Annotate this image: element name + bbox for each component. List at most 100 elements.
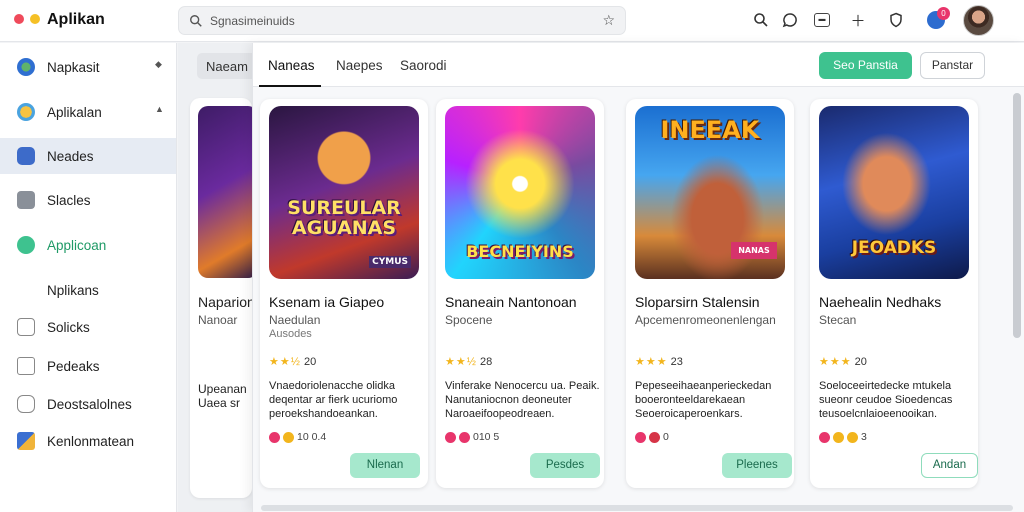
install-button[interactable]: Pleenes	[722, 453, 792, 478]
sidebar-item-neades[interactable]: Neades	[0, 138, 176, 174]
game-description: Soeloceeirtedecke mtukela sueonr ceudoe …	[819, 380, 953, 420]
install-button[interactable]: Pesdes	[530, 453, 600, 478]
sidebar-item-slacles[interactable]: Slacles	[0, 182, 176, 218]
chevron-up-icon[interactable]: ▲	[155, 104, 164, 114]
search-bar[interactable]: Sgnasimeinuids ☆	[178, 6, 626, 35]
folder-icon	[17, 357, 35, 375]
sidebar-item-applicoan[interactable]: Applicoan	[0, 227, 176, 263]
puzzle-icon	[17, 191, 35, 209]
game-art-title: SUREULAR AGUANAS	[287, 197, 401, 239]
vertical-scrollbar[interactable]	[1013, 93, 1021, 338]
game-description: Vnaedoriolenacche olidka deqentar ar fie…	[269, 380, 398, 420]
game-art-title: BECNEIYINS	[466, 242, 574, 261]
game-rating: ★★½ 28	[445, 355, 492, 368]
sidebar-item-nplikans[interactable]: Nplikans	[0, 272, 176, 308]
open-button[interactable]: Andan	[921, 453, 978, 478]
game-card[interactable]: JEOADKS Naehealin Nedhaks Stecan ★★★ 20 …	[810, 99, 978, 488]
game-meta: 0	[635, 431, 669, 443]
notification-icon[interactable]: 0	[927, 7, 950, 29]
sidebar-item-label: Kenlonmatean	[47, 434, 135, 449]
game-card[interactable]: BECNEIYINS Snaneain Nantonoan Spocene ★★…	[436, 99, 604, 488]
top-bar: Aplikan Sgnasimeinuids ☆ ▬ ＋ 0	[0, 0, 1024, 42]
game-subtitle: Apcemenromeonenlengan	[635, 313, 776, 327]
lock-icon	[17, 395, 35, 413]
game-meta: 010 5	[445, 431, 499, 443]
coin-icon	[847, 431, 858, 443]
close-window-dot[interactable]	[14, 14, 24, 24]
sidebar-item-pedeaks[interactable]: Pedeaks	[0, 348, 176, 384]
avatar[interactable]	[963, 5, 994, 36]
game-subtitle: Naedulan	[269, 313, 321, 327]
globe-icon	[17, 58, 35, 76]
tab-naneas[interactable]: Naneas	[268, 58, 315, 73]
sidebar-item-label: Aplikalan	[47, 105, 102, 120]
sidebar: Napkasit ◆ Aplikalan ▲ Neades Slacles Ap…	[0, 43, 177, 512]
sidebar-item-label: Pedeaks	[47, 359, 100, 374]
sidebar-item-label: Applicoan	[47, 238, 107, 253]
game-description: Pepeseeihaeanperieckedan booeronteeldare…	[635, 380, 772, 420]
horizontal-scrollbar[interactable]	[261, 505, 1013, 511]
sidebar-item-aplikalan[interactable]: Aplikalan ▲	[0, 94, 176, 130]
game-art-badge: NANAS	[731, 242, 777, 259]
game-art-badge: CYMUS	[369, 256, 411, 268]
tab-saorodi[interactable]: Saorodi	[400, 58, 447, 73]
sidebar-item-napkasit[interactable]: Napkasit ◆	[0, 49, 176, 85]
game-title: Naehealin Nedhaks	[819, 294, 942, 310]
search-icon[interactable]	[751, 10, 771, 30]
gift-icon	[649, 431, 660, 443]
star-icon[interactable]: ☆	[602, 12, 615, 29]
background-filter-pill[interactable]: Naeam	[197, 53, 257, 79]
game-card-image: BECNEIYINS	[445, 106, 595, 279]
game-title: Sloparsirn Stalensin	[635, 294, 760, 310]
game-category: Ausodes	[269, 328, 312, 340]
background-card-desc: Upeanan	[198, 382, 247, 396]
apps-panel: Naneas Naepes Saorodi Seo Panstia Pansta…	[252, 43, 1024, 512]
game-rating: ★★½ 20	[269, 355, 316, 368]
gear-icon	[17, 147, 35, 165]
game-card[interactable]: INEEAK NANAS Sloparsirn Stalensin Apceme…	[626, 99, 794, 488]
smile-icon	[17, 103, 35, 121]
chat-icon[interactable]	[780, 10, 800, 30]
meta-value: 010 5	[473, 431, 500, 443]
chevron-icon[interactable]: ◆	[155, 59, 162, 70]
meta-value: 0	[663, 431, 669, 443]
tab-naepes[interactable]: Naepes	[336, 58, 383, 73]
game-meta: 3	[819, 431, 867, 443]
rating-value: 20	[303, 356, 317, 368]
secondary-button[interactable]: Panstar	[920, 52, 985, 79]
game-meta: 10 0.4	[269, 431, 326, 443]
active-tab-indicator	[259, 85, 321, 87]
sidebar-item-deostsalolnes[interactable]: Deostsalolnes	[0, 386, 176, 422]
background-game-card[interactable]: Naparion Nanoar Upeanan Uaea sr	[190, 98, 252, 498]
minimize-window-dot[interactable]	[30, 14, 40, 24]
meta-value: 10 0.4	[297, 431, 327, 443]
heart-icon	[269, 431, 280, 443]
smile-icon	[833, 431, 844, 443]
sidebar-item-label: Deostsalolnes	[47, 397, 132, 412]
sidebar-item-label: Solicks	[47, 320, 90, 335]
game-card-image: SUREULAR AGUANAS CYMUS	[269, 106, 419, 279]
background-card-image	[198, 106, 252, 278]
game-card[interactable]: SUREULAR AGUANAS CYMUS Ksenam ia Giapeo …	[260, 99, 428, 488]
rating-value: 23	[670, 356, 683, 368]
background-card-desc: Uaea sr	[198, 396, 241, 410]
heart-icon	[445, 431, 456, 443]
install-button[interactable]: Nlenan	[350, 453, 420, 478]
game-subtitle: Spocene	[445, 313, 493, 327]
background-card-title: Naparion	[198, 294, 252, 310]
add-icon[interactable]: ＋	[848, 10, 868, 30]
window-icon[interactable]: ▬	[814, 13, 830, 27]
sidebar-item-solicks[interactable]: Solicks	[0, 309, 176, 345]
game-description: Vinferake Nenocercu ua. Peaik. Nanutanio…	[445, 380, 600, 420]
game-art-title: JEOADKS	[851, 238, 937, 258]
primary-button[interactable]: Seo Panstia	[819, 52, 912, 79]
shield-icon[interactable]	[886, 10, 906, 30]
search-text[interactable]: Sgnasimeinuids	[210, 14, 295, 28]
notification-badge: 0	[937, 7, 950, 20]
sidebar-item-kenlonmatean[interactable]: Kenlonmatean	[0, 423, 176, 459]
sidebar-item-label: Napkasit	[47, 60, 100, 75]
sidebar-item-label: Nplikans	[47, 283, 99, 298]
game-title: Ksenam ia Giapeo	[269, 294, 385, 310]
rating-value: 20	[854, 356, 867, 368]
game-card-image: JEOADKS	[819, 106, 969, 279]
